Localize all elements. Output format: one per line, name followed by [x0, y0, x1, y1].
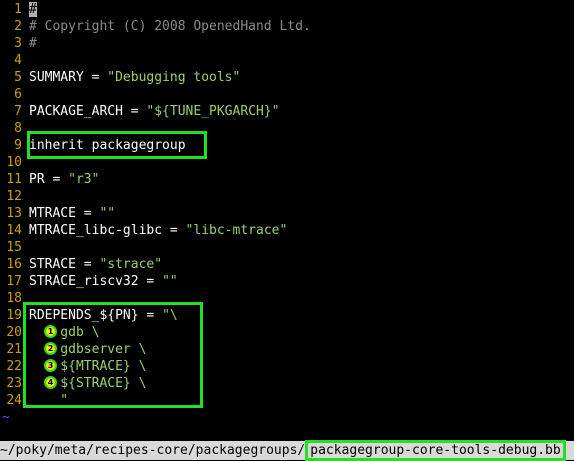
code-token: "libc-mtrace" [185, 223, 288, 238]
line-number: 5 [14, 70, 22, 85]
code-token: # [29, 36, 37, 51]
line-number: 23 [6, 376, 22, 391]
line-number: 15 [6, 240, 22, 255]
file-name: packagegroup-core-tools-debug.bb [305, 440, 566, 461]
code-token: MTRACE_libc-glibc = [29, 223, 186, 238]
code-token: STRACE = [29, 257, 100, 272]
line-number: 21 [6, 342, 22, 357]
code-line[interactable]: 12 [0, 188, 22, 205]
line-text[interactable]: # [29, 1, 37, 18]
highlight-inherit-box [27, 131, 207, 159]
line-number: 17 [6, 274, 22, 289]
line-text[interactable]: SUMMARY = "Debugging tools" [29, 69, 240, 86]
callout-1: 1 [44, 325, 57, 338]
line-number: 20 [6, 325, 22, 340]
code-line[interactable]: 8 [0, 120, 22, 137]
code-line[interactable]: 19 RDEPENDS_${PN} = "\ [0, 307, 177, 324]
line-number: 18 [6, 291, 22, 306]
code-line[interactable]: 16 STRACE = "strace" [0, 256, 162, 273]
line-number: 22 [6, 359, 22, 374]
line-number: 16 [6, 257, 22, 272]
callout-3: 3 [44, 359, 57, 372]
code-token: "${TUNE_PKGARCH}" [146, 104, 280, 119]
line-number: 6 [14, 87, 22, 102]
code-token: "strace" [99, 257, 163, 272]
code-line[interactable]: 22 ${MTRACE} \ [0, 358, 146, 375]
code-token: PR = [29, 172, 69, 187]
code-token: # [29, 2, 37, 17]
code-token: # Copyright (C) 2008 OpenedHand Ltd. [29, 19, 311, 34]
line-number: 1 [14, 2, 22, 17]
code-line[interactable]: 17 STRACE_riscv32 = "" [0, 273, 177, 290]
line-text[interactable]: STRACE = "strace" [29, 256, 162, 273]
code-line[interactable]: 24 " [0, 392, 68, 409]
code-line[interactable]: 2 # Copyright (C) 2008 OpenedHand Ltd. [0, 18, 311, 35]
code-line[interactable]: 1 # [0, 1, 37, 18]
line-text[interactable]: STRACE_riscv32 = "" [29, 273, 178, 290]
code-line[interactable]: 21 gdbserver \ [0, 341, 146, 358]
file-path: ~/poky/meta/recipes-core/packagegroups/ [0, 443, 306, 458]
code-line[interactable]: 13 MTRACE = "" [0, 205, 115, 222]
empty-buffer-marker: ~ [2, 410, 10, 425]
code-line[interactable]: 15 [0, 239, 22, 256]
code-token: MTRACE = [29, 206, 100, 221]
line-number: 13 [6, 206, 22, 221]
code-token: "r3" [68, 172, 100, 187]
line-number: 7 [14, 104, 22, 119]
line-text[interactable]: PR = "r3" [29, 171, 99, 188]
code-token: "" [162, 274, 178, 289]
callout-4: 4 [44, 376, 57, 389]
line-text[interactable]: # [29, 35, 37, 52]
line-number: 9 [14, 138, 22, 153]
code-line[interactable]: 6 [0, 86, 22, 103]
code-token: PACKAGE_ARCH = [29, 104, 147, 119]
line-number: 12 [6, 189, 22, 204]
code-token: SUMMARY = [29, 70, 108, 85]
line-text[interactable]: MTRACE = "" [29, 205, 115, 222]
line-number: 10 [6, 155, 22, 170]
code-line[interactable]: 5 SUMMARY = "Debugging tools" [0, 69, 240, 86]
code-line[interactable]: 14 MTRACE_libc-glibc = "libc-mtrace" [0, 222, 287, 239]
callout-2: 2 [44, 342, 57, 355]
code-line[interactable]: 3 # [0, 35, 37, 52]
line-number: 4 [14, 53, 22, 68]
code-line[interactable]: 23 ${STRACE} \ [0, 375, 146, 392]
code-line[interactable]: 20 gdb \ [0, 324, 99, 341]
line-text[interactable]: MTRACE_libc-glibc = "libc-mtrace" [29, 222, 287, 239]
code-line[interactable]: 4 [0, 52, 22, 69]
line-number: 3 [14, 36, 22, 51]
status-bar: ~/poky/meta/recipes-core/packagegroups/p… [0, 440, 574, 461]
highlight-rdepends-box [23, 302, 203, 408]
line-text[interactable]: # Copyright (C) 2008 OpenedHand Ltd. [29, 18, 311, 35]
line-number: 14 [6, 223, 22, 238]
line-number: 2 [14, 19, 22, 34]
code-token: "" [99, 206, 116, 221]
code-token: STRACE_riscv32 = [29, 274, 163, 289]
line-number: 8 [14, 121, 22, 136]
code-line[interactable]: 10 [0, 154, 22, 171]
line-number: 24 [6, 393, 22, 408]
line-number: 19 [6, 308, 22, 323]
line-number: 11 [6, 172, 22, 187]
line-text[interactable]: PACKAGE_ARCH = "${TUNE_PKGARCH}" [29, 103, 279, 120]
code-line[interactable]: 7 PACKAGE_ARCH = "${TUNE_PKGARCH}" [0, 103, 279, 120]
code-line[interactable]: 11 PR = "r3" [0, 171, 99, 188]
code-token: "Debugging tools" [107, 70, 241, 85]
code-line[interactable]: 9 inherit packagegroup [0, 137, 185, 154]
code-line[interactable]: 18 [0, 290, 22, 307]
